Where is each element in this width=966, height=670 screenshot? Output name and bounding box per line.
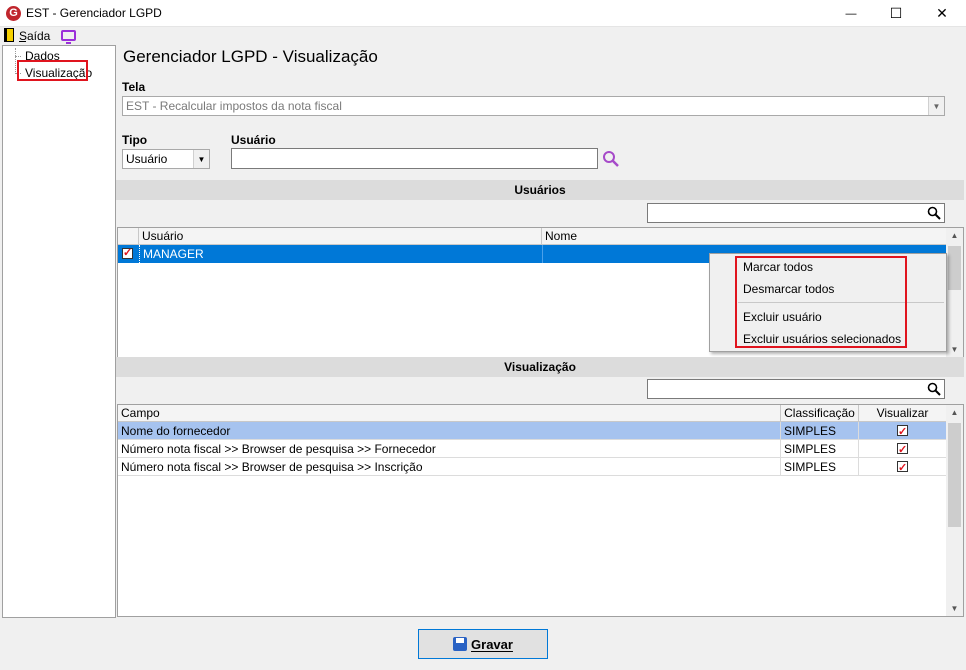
minimize-button[interactable]: — xyxy=(828,0,874,27)
cell-classificacao: SIMPLES xyxy=(781,458,859,476)
page-title: Gerenciador LGPD - Visualização xyxy=(123,47,378,66)
usuarios-scrollbar[interactable]: ▲ ▼ xyxy=(946,228,963,357)
close-icon: ✕ xyxy=(936,5,948,21)
visualizacao-filter-input[interactable] xyxy=(647,379,945,399)
usuario-input[interactable] xyxy=(231,148,598,169)
visualizacao-section-header: Visualização xyxy=(116,357,964,377)
chevron-down-icon[interactable]: ▼ xyxy=(193,150,209,168)
app-logo-icon: G xyxy=(6,6,21,21)
search-icon[interactable] xyxy=(602,150,620,168)
scroll-thumb[interactable] xyxy=(948,246,961,290)
search-icon[interactable] xyxy=(927,382,941,396)
cell-campo: Nome do fornecedor xyxy=(118,422,781,440)
exit-mnemonic-underline xyxy=(19,41,26,42)
tipo-label: Tipo xyxy=(122,133,148,147)
minimize-icon: — xyxy=(845,7,857,20)
usuarios-filter-input[interactable] xyxy=(647,203,945,223)
save-button[interactable]: Gravar xyxy=(418,629,548,659)
row-checkbox[interactable] xyxy=(122,246,133,262)
cell-visualizar-checkbox[interactable] xyxy=(859,422,947,441)
menu-bar xyxy=(0,27,966,45)
visualizacao-grid: Campo Classificação Visualizar Nome do f… xyxy=(117,404,964,617)
save-disk-icon xyxy=(453,637,468,651)
tipo-select-value: Usuário xyxy=(126,152,168,166)
chevron-down-icon[interactable]: ▼ xyxy=(928,97,944,115)
grid-header-classificacao[interactable]: Classificação xyxy=(781,405,859,422)
scroll-up-icon[interactable]: ▲ xyxy=(946,231,963,240)
tela-select-value: EST - Recalcular impostos da nota fiscal xyxy=(126,99,342,113)
grid-header-campo[interactable]: Campo xyxy=(118,405,781,422)
grid-header-nome[interactable]: Nome xyxy=(542,228,947,245)
close-button[interactable]: ✕ xyxy=(919,0,965,27)
cell-visualizar-checkbox[interactable] xyxy=(859,458,947,477)
usuario-label: Usuário xyxy=(231,133,276,147)
annotation-highlight-menu xyxy=(735,256,907,348)
cell-visualizar-checkbox[interactable] xyxy=(859,440,947,459)
maximize-button[interactable]: ☐ xyxy=(873,0,919,27)
window-title: EST - Gerenciador LGPD xyxy=(26,6,162,20)
maximize-icon: ☐ xyxy=(889,5,903,21)
usuarios-section-header: Usuários xyxy=(116,180,964,200)
tela-select[interactable]: EST - Recalcular impostos da nota fiscal… xyxy=(122,96,945,116)
visualizacao-scrollbar[interactable]: ▲ ▼ xyxy=(946,405,963,616)
annotation-highlight-tree xyxy=(17,60,88,81)
scroll-up-icon[interactable]: ▲ xyxy=(946,408,963,417)
scroll-thumb[interactable] xyxy=(948,423,961,527)
cell-usuario: MANAGER xyxy=(139,245,204,263)
monitor-icon[interactable] xyxy=(61,30,76,44)
scroll-down-icon[interactable]: ▼ xyxy=(946,345,963,354)
tree-connector xyxy=(15,48,16,74)
save-button-label: Gravar xyxy=(471,636,513,652)
tela-label: Tela xyxy=(122,80,146,94)
navigation-tree: Dados Visualização xyxy=(2,45,116,618)
cell-divider xyxy=(542,245,543,263)
cell-campo: Número nota fiscal >> Browser de pesquis… xyxy=(118,458,781,476)
tree-connector xyxy=(15,56,21,57)
grid-header-usuario[interactable]: Usuário xyxy=(139,228,542,245)
cell-classificacao: SIMPLES xyxy=(781,422,859,440)
cell-campo: Número nota fiscal >> Browser de pesquis… xyxy=(118,440,781,458)
scroll-down-icon[interactable]: ▼ xyxy=(946,604,963,613)
tipo-select[interactable]: Usuário ▼ xyxy=(122,149,210,169)
search-icon[interactable] xyxy=(927,206,941,220)
grid-header-check xyxy=(118,228,139,245)
cell-classificacao: SIMPLES xyxy=(781,440,859,458)
exit-door-icon[interactable] xyxy=(4,28,14,42)
grid-header-visualizar[interactable]: Visualizar xyxy=(859,405,947,422)
